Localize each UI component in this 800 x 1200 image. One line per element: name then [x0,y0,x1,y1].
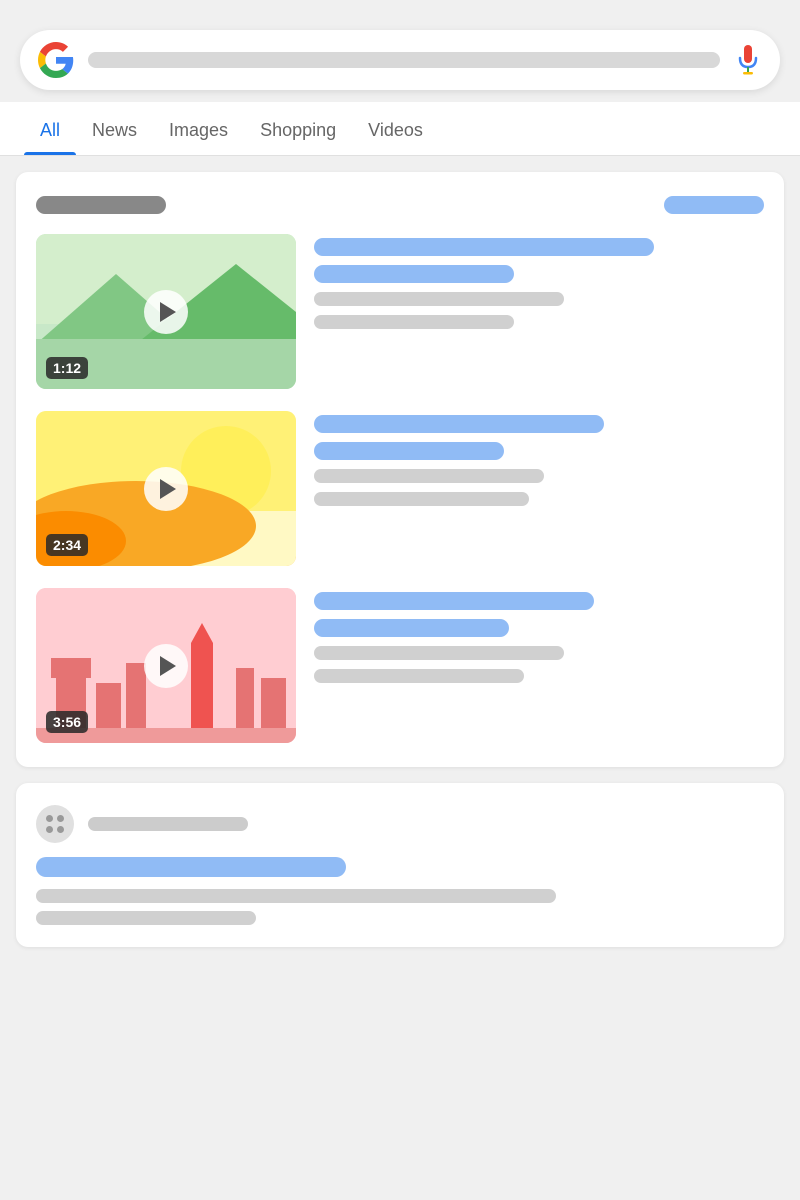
results-section: 1:12 [16,172,784,947]
dot-4 [57,826,64,833]
organic-header [36,805,764,843]
tab-shopping[interactable]: Shopping [244,102,352,155]
video-desc1-2 [314,469,544,483]
site-icon [36,805,74,843]
search-input[interactable] [88,52,720,68]
video-thumbnail-2[interactable]: 2:34 [36,411,296,566]
video-title-3[interactable] [314,592,594,610]
play-button-1[interactable] [144,290,188,334]
search-bar [20,30,780,90]
mic-icon[interactable] [734,42,762,78]
tabs-container: All News Images Shopping Videos [0,102,800,156]
play-button-3[interactable] [144,644,188,688]
tab-news[interactable]: News [76,102,153,155]
page-wrapper: All News Images Shopping Videos [0,0,800,967]
video-thumbnail-1[interactable]: 1:12 [36,234,296,389]
video-subtitle-1[interactable] [314,265,514,283]
video-desc2-3 [314,669,524,683]
dot-3 [46,826,53,833]
video-subtitle-3[interactable] [314,619,509,637]
card-header [36,196,764,214]
video-info-1 [314,234,764,329]
video-title-1[interactable] [314,238,654,256]
google-logo [38,42,74,78]
organic-result-card [16,783,784,947]
dot-grid-icon [46,815,64,833]
tab-all[interactable]: All [24,102,76,155]
duration-badge-3: 3:56 [46,711,88,733]
organic-link[interactable] [36,857,346,877]
organic-desc-2 [36,911,256,925]
play-button-2[interactable] [144,467,188,511]
video-desc1-1 [314,292,564,306]
duration-badge-1: 1:12 [46,357,88,379]
tab-images[interactable]: Images [153,102,244,155]
site-name-skeleton [88,817,248,831]
duration-badge-2: 2:34 [46,534,88,556]
dot-2 [57,815,64,822]
video-thumbnail-3[interactable]: 3:56 [36,588,296,743]
card-action-skeleton[interactable] [664,196,764,214]
tab-videos[interactable]: Videos [352,102,439,155]
video-desc1-3 [314,646,564,660]
video-info-2 [314,411,764,506]
video-desc2-2 [314,492,529,506]
video-results-card: 1:12 [16,172,784,767]
video-item-1[interactable]: 1:12 [36,234,764,389]
video-desc2-1 [314,315,514,329]
dot-1 [46,815,53,822]
video-info-3 [314,588,764,683]
card-title-skeleton [36,196,166,214]
video-item-3[interactable]: 3:56 [36,588,764,743]
video-subtitle-2[interactable] [314,442,504,460]
video-title-2[interactable] [314,415,604,433]
video-item-2[interactable]: 2:34 [36,411,764,566]
organic-desc-1 [36,889,556,903]
